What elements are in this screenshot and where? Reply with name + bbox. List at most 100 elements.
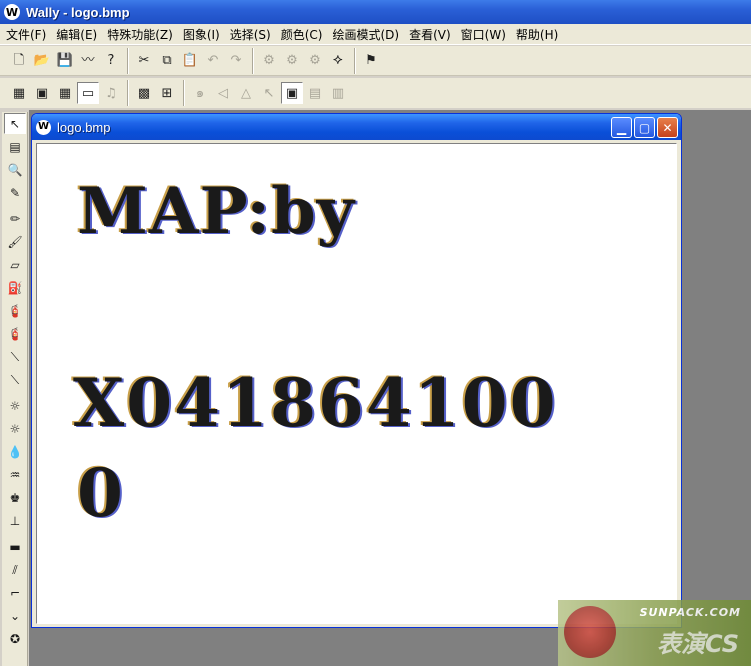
- document-title-bar[interactable]: W logo.bmp ▁ ▢ ✕: [32, 114, 681, 140]
- ruler-icon[interactable]: ▤: [4, 136, 26, 157]
- spray2-icon[interactable]: 🧯: [4, 323, 26, 344]
- glyph: ◁: [218, 85, 228, 101]
- gun-icon[interactable]: ⌐: [4, 582, 26, 603]
- bitmap-text-line-1: MAP:by: [77, 174, 355, 249]
- glyph: ▤: [308, 85, 322, 101]
- glyph: ⌐: [9, 585, 21, 600]
- app-title: Wally - logo.bmp: [26, 4, 130, 20]
- slash-icon[interactable]: ⫽: [4, 559, 26, 580]
- save-disk-icon[interactable]: 💾: [54, 50, 76, 72]
- emblem-icon[interactable]: ✪: [4, 628, 26, 649]
- compile-icon[interactable]: ⚑: [360, 50, 382, 72]
- glyph: ⚙: [286, 53, 298, 68]
- window-controls: ▁ ▢ ✕: [609, 117, 678, 138]
- drop-icon[interactable]: 💧: [4, 441, 26, 462]
- glyph: 〰: [81, 53, 95, 68]
- fill-icon[interactable]: ⛽: [4, 277, 26, 298]
- cut-icon[interactable]: ✂: [133, 50, 155, 72]
- layout3-icon[interactable]: ▥: [327, 82, 349, 104]
- pointer-icon[interactable]: ↖: [4, 113, 26, 134]
- close-button[interactable]: ✕: [657, 117, 678, 138]
- glyph: ▥: [331, 85, 345, 101]
- menu-window[interactable]: 窗口(W): [457, 26, 512, 43]
- document-window[interactable]: W logo.bmp ▁ ▢ ✕ MAP:by X041864100 0: [31, 113, 682, 628]
- layout1-icon[interactable]: ▣: [281, 82, 303, 104]
- decal-icon[interactable]: ⯎: [327, 50, 349, 72]
- glyph: 📋: [181, 53, 199, 68]
- new-file-icon[interactable]: 🗋: [8, 50, 30, 72]
- sun-icon[interactable]: ☼: [4, 395, 26, 416]
- sun2-icon[interactable]: ☼: [4, 418, 26, 439]
- app-title-bar[interactable]: W Wally - logo.bmp: [0, 0, 751, 24]
- layout2-icon[interactable]: ▤: [304, 82, 326, 104]
- pencil-icon[interactable]: ✏: [4, 208, 26, 229]
- glyph: ▣: [285, 85, 299, 101]
- minimize-icon: ▁: [616, 120, 627, 135]
- menu-bar: 文件(F) 编辑(E) 特殊功能(Z) 图象(I) 选择(S) 颜色(C) 绘画…: [0, 24, 751, 45]
- maximize-button[interactable]: ▢: [634, 117, 655, 138]
- view-toolbar: ▦ ▣ ▦ ▭ ♫ ▩ ⊞ ๑ ◁ △ ↖ ▣ ▤ ▥: [0, 78, 751, 108]
- entity3-icon[interactable]: ⚙: [304, 50, 326, 72]
- glyph: ✏: [9, 211, 21, 226]
- eyedropper-icon[interactable]: ✎: [4, 182, 26, 203]
- wand-icon[interactable]: 〰: [77, 50, 99, 72]
- grid-icon[interactable]: ▦: [54, 82, 76, 104]
- plunger-icon[interactable]: ⊥: [4, 510, 26, 531]
- line-icon[interactable]: ⟍: [4, 346, 26, 367]
- glyph: ⯎: [333, 53, 343, 68]
- menu-paint-mode[interactable]: 绘画模式(D): [328, 26, 405, 43]
- paste-icon[interactable]: 📋: [179, 50, 201, 72]
- glyph: 🧯: [7, 303, 23, 318]
- zoom-icon[interactable]: 🔍: [4, 159, 26, 180]
- menu-file[interactable]: 文件(F): [2, 26, 52, 43]
- spiral-icon[interactable]: ๑: [189, 82, 211, 104]
- undo-icon[interactable]: ↶: [202, 50, 224, 72]
- minimize-button[interactable]: ▁: [611, 117, 632, 138]
- people-icon[interactable]: ♚: [4, 487, 26, 508]
- menu-edit[interactable]: 编辑(E): [52, 26, 103, 43]
- menu-select[interactable]: 选择(S): [226, 26, 277, 43]
- line2-icon[interactable]: ⟍: [4, 369, 26, 390]
- image-canvas[interactable]: MAP:by X041864100 0: [36, 143, 677, 624]
- entity-icon[interactable]: ⚙: [258, 50, 280, 72]
- grid-quad-icon[interactable]: ⊞: [156, 82, 178, 104]
- glyph: 🔍: [7, 162, 23, 177]
- music-icon[interactable]: ♫: [100, 82, 122, 104]
- glyph: ▦: [12, 85, 26, 101]
- stamp-icon[interactable]: ♒: [4, 464, 26, 485]
- glyph: ↖: [263, 85, 275, 101]
- open-folder-icon[interactable]: 📂: [31, 50, 53, 72]
- hazard-icon[interactable]: ▬: [4, 536, 26, 557]
- document-icon[interactable]: W: [36, 119, 51, 135]
- menu-view[interactable]: 查看(V): [405, 26, 457, 43]
- tile-icon[interactable]: ▭: [77, 82, 99, 104]
- edit-group: ✂ ⧉ 📋 ↶ ↷: [128, 47, 250, 74]
- glyph: ✂: [138, 53, 150, 68]
- spray-icon[interactable]: 🧯: [4, 300, 26, 321]
- image-icon[interactable]: ▣: [31, 82, 53, 104]
- brush-icon[interactable]: 🖌: [4, 231, 26, 252]
- glyph: ⚑: [365, 53, 377, 68]
- entity-group: ⚙ ⚙ ⚙ ⯎: [253, 47, 352, 74]
- menu-help[interactable]: 帮助(H): [512, 26, 564, 43]
- chevron-down-icon[interactable]: ⌄: [4, 605, 26, 626]
- help-icon[interactable]: ?: [100, 50, 122, 72]
- menu-image[interactable]: 图象(I): [179, 26, 226, 43]
- wally-app-icon[interactable]: W: [4, 4, 20, 20]
- glyph: 💧: [7, 444, 23, 459]
- menu-color[interactable]: 颜色(C): [277, 26, 329, 43]
- glyph: ↷: [230, 53, 242, 68]
- arrow-icon[interactable]: ↖: [258, 82, 280, 104]
- triangle-left-icon[interactable]: ◁: [212, 82, 234, 104]
- palette-icon[interactable]: ▦: [8, 82, 30, 104]
- entity2-icon[interactable]: ⚙: [281, 50, 303, 72]
- glyph: ⚙: [263, 53, 275, 68]
- menu-special[interactable]: 特殊功能(Z): [103, 26, 179, 43]
- glyph: ☼: [9, 421, 21, 436]
- copy-icon[interactable]: ⧉: [156, 50, 178, 72]
- glyph: 🧯: [7, 326, 23, 341]
- triangle-icon[interactable]: △: [235, 82, 257, 104]
- eraser-icon[interactable]: ▱: [4, 254, 26, 275]
- grid-dense-icon[interactable]: ▩: [133, 82, 155, 104]
- redo-icon[interactable]: ↷: [225, 50, 247, 72]
